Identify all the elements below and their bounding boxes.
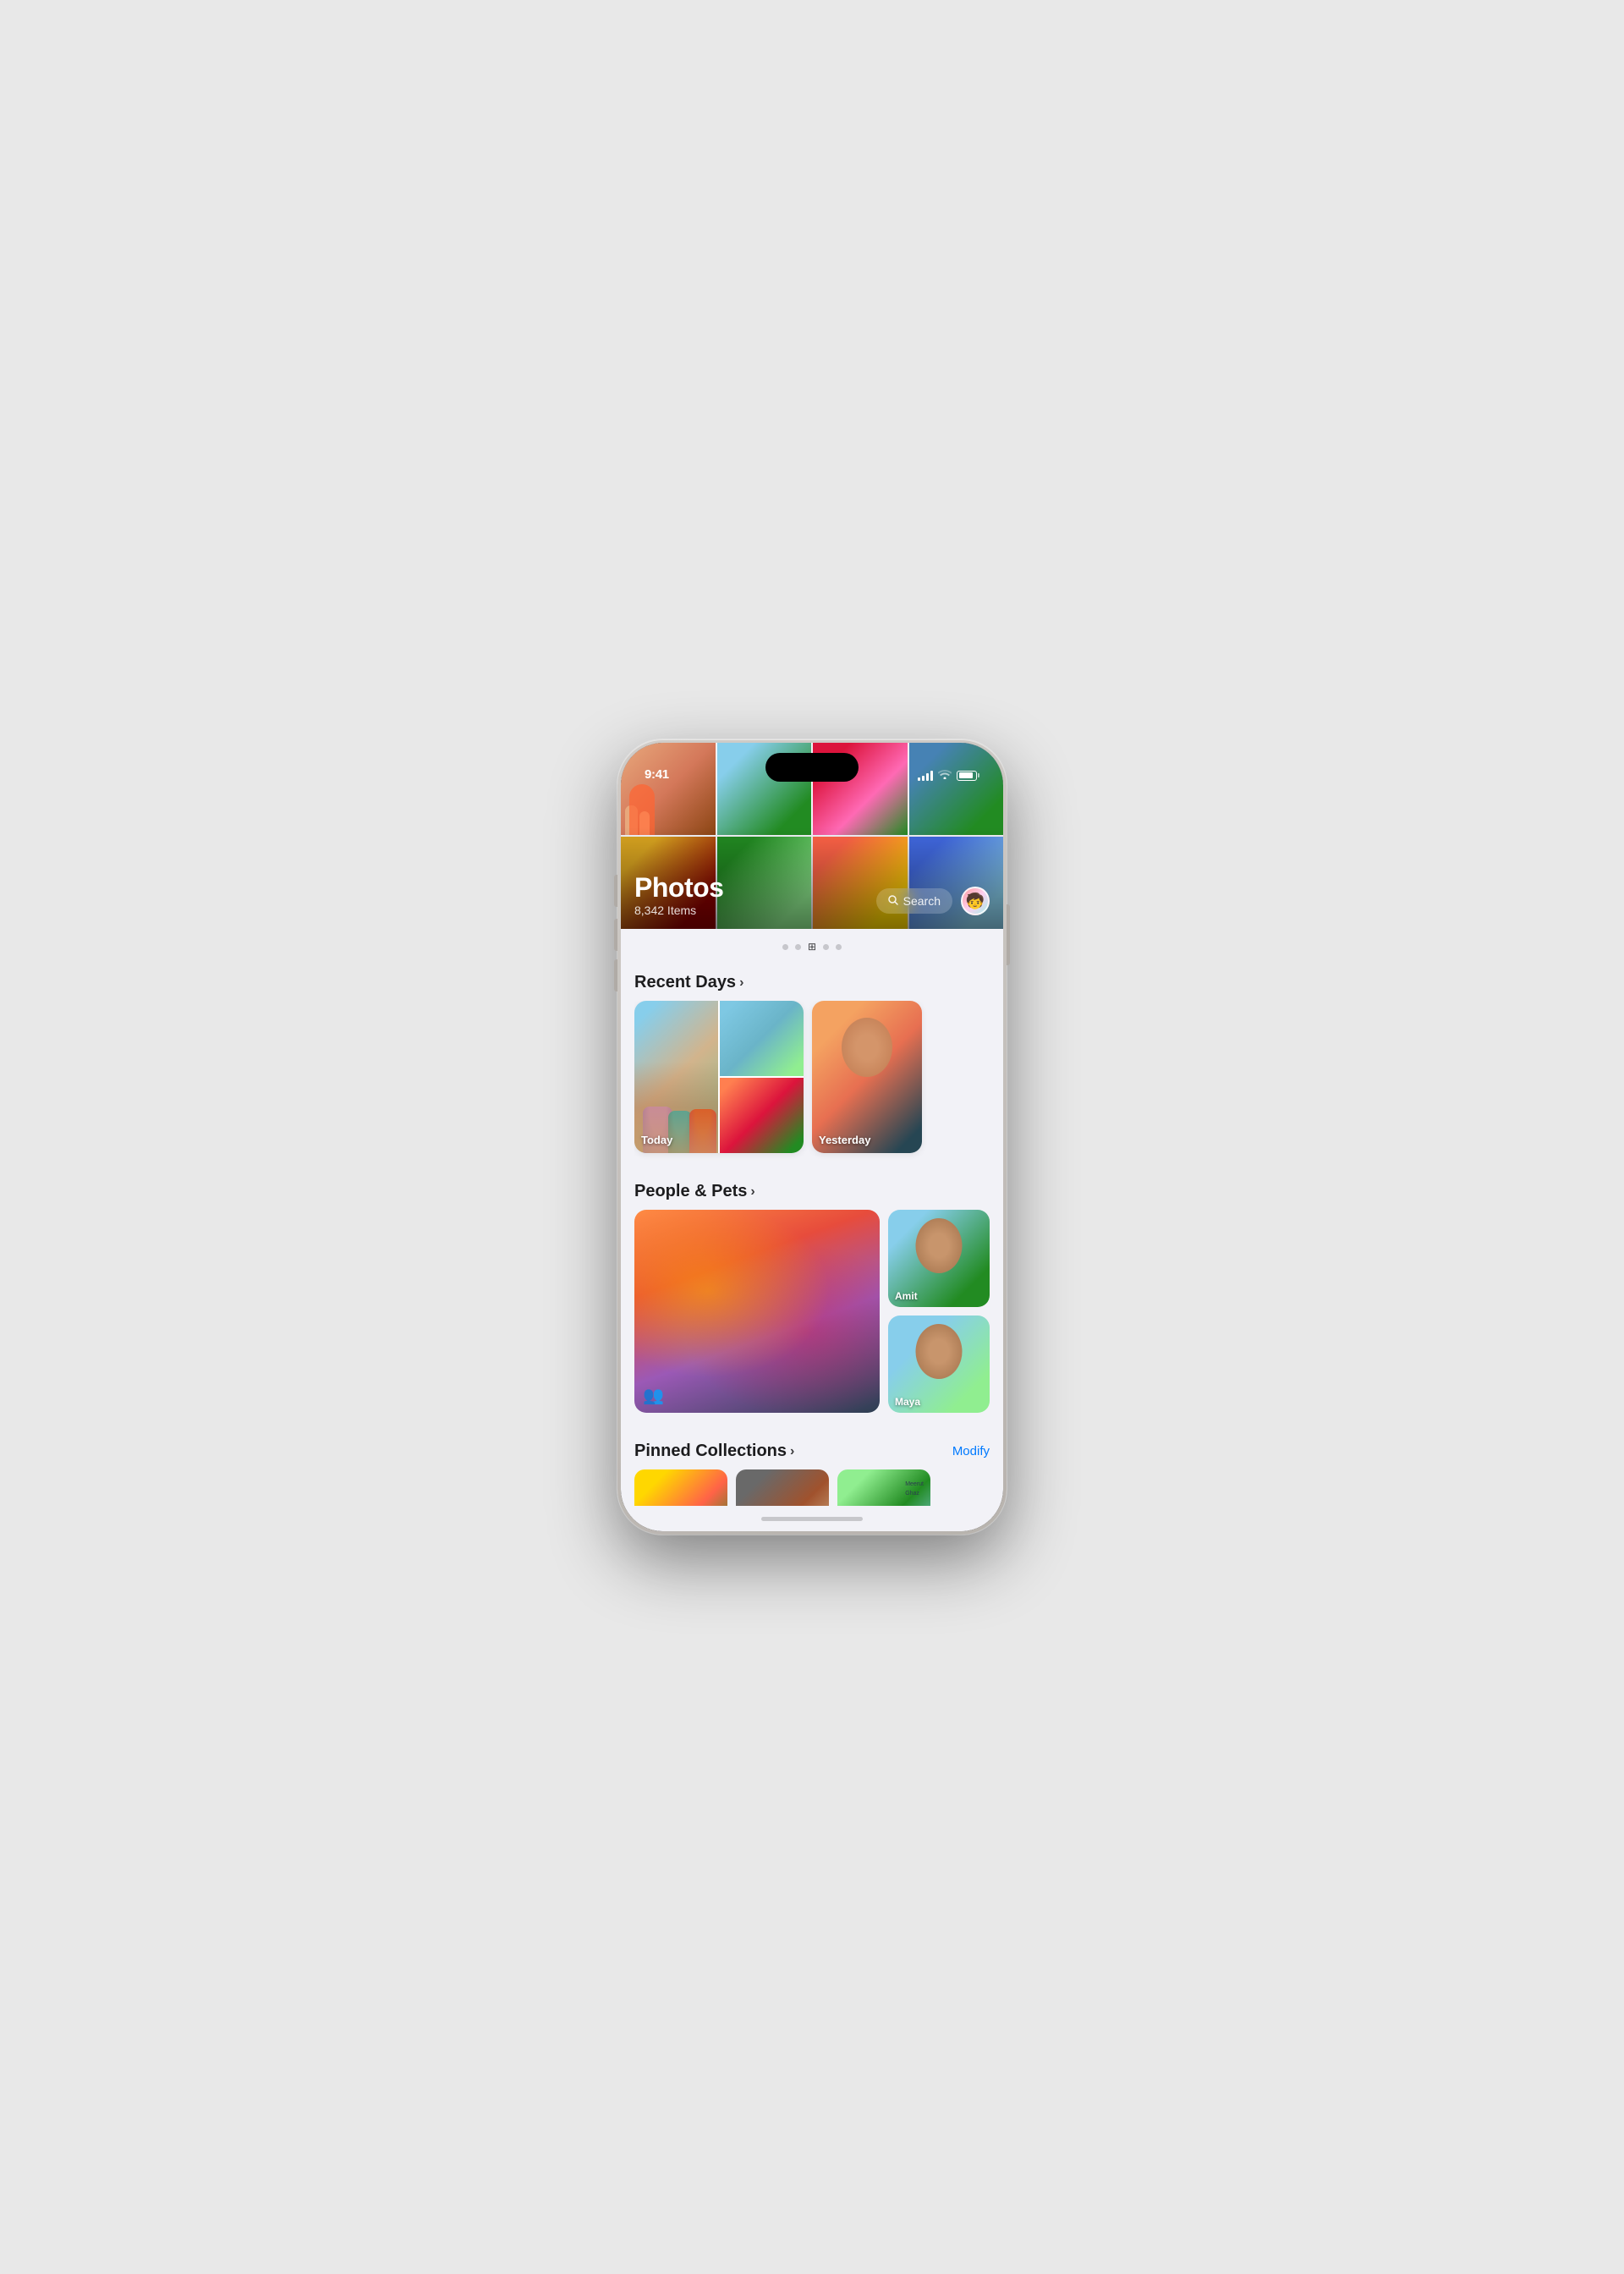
battery-icon (957, 771, 979, 781)
pinned-collections-title: Pinned Collections (634, 1442, 787, 1461)
search-label: Search (903, 894, 941, 908)
page-dot-5[interactable] (836, 944, 842, 950)
home-bar (761, 1517, 863, 1521)
photos-title-block: Photos 8,342 Items (634, 873, 723, 917)
page-dot-2[interactable] (795, 944, 801, 950)
signal-icon (918, 771, 933, 781)
phone-frame: 9:41 (617, 739, 1007, 1535)
recent-days-header: Recent Days › (634, 961, 990, 1001)
screen: 9:41 (621, 743, 1003, 1531)
people-side: Amit Maya (888, 1210, 990, 1413)
today-sub-photo-1 (720, 1001, 804, 1076)
today-card[interactable]: Today (634, 1001, 804, 1153)
map-labels: Meerut Ghaz (905, 1480, 924, 1498)
people-pets-title-group[interactable]: People & Pets › (634, 1182, 755, 1201)
phone-inner: 9:41 (621, 743, 1003, 1531)
dynamic-island (765, 753, 859, 782)
pinned-collections-chevron: › (790, 1444, 794, 1459)
pinned-card-map[interactable]: Meerut Ghaz (837, 1469, 930, 1506)
page-title: Photos (634, 873, 723, 903)
amit-face (916, 1218, 963, 1273)
pinned-cards: Meerut Ghaz (634, 1469, 990, 1506)
header-right: Search 🧒 (876, 887, 990, 915)
maya-face (916, 1324, 963, 1379)
recent-days-title-group[interactable]: Recent Days › (634, 973, 743, 992)
maya-name: Maya (895, 1396, 920, 1408)
person-card-amit[interactable]: Amit (888, 1210, 990, 1307)
search-button[interactable]: Search (876, 888, 952, 914)
home-indicator (621, 1506, 1003, 1531)
pinned-card-shells[interactable] (736, 1469, 829, 1506)
amit-name: Amit (895, 1290, 918, 1302)
wifi-icon (938, 769, 952, 782)
today-main-photo (634, 1001, 718, 1153)
page-dot-4[interactable] (823, 944, 829, 950)
header-content: Photos 8,342 Items Search (621, 873, 1003, 929)
pinned-collections-header: Pinned Collections › Modify (634, 1430, 990, 1469)
people-pets-chevron: › (750, 1184, 754, 1200)
page-indicators: ⊞ (621, 929, 1003, 961)
yesterday-label: Yesterday (819, 1134, 870, 1146)
search-icon (888, 895, 898, 908)
recent-days-cards: Today Yesterday (634, 1001, 990, 1170)
people-pets-header: People & Pets › (634, 1170, 990, 1210)
pinned-collections-title-group[interactable]: Pinned Collections › (634, 1442, 794, 1461)
recent-days-chevron: › (739, 975, 743, 991)
avatar[interactable]: 🧒 (961, 887, 990, 915)
person-card-maya[interactable]: Maya (888, 1316, 990, 1413)
yesterday-card[interactable]: Yesterday (812, 1001, 922, 1153)
page-dot-1[interactable] (782, 944, 788, 950)
people-pets-section: People & Pets › 👥 (621, 1170, 1003, 1430)
people-pets-title: People & Pets (634, 1182, 747, 1201)
people-grid: 👥 Amit Maya (634, 1210, 990, 1430)
pinned-collections-section: Pinned Collections › Modify Meerut Ghaz (621, 1430, 1003, 1506)
recent-days-title: Recent Days (634, 973, 736, 992)
photos-count: 8,342 Items (634, 904, 723, 917)
modify-button[interactable]: Modify (952, 1444, 990, 1458)
group-icon: 👥 (643, 1387, 664, 1405)
page-dot-grid[interactable]: ⊞ (808, 941, 816, 953)
today-label: Today (641, 1134, 672, 1146)
yesterday-photo (812, 1001, 922, 1153)
status-icons (918, 769, 979, 782)
pinned-card-flowers[interactable] (634, 1469, 727, 1506)
recent-days-section: Recent Days › (621, 961, 1003, 1170)
today-sub-photo-2 (720, 1078, 804, 1153)
scroll-content[interactable]: ⊞ Recent Days › (621, 929, 1003, 1506)
status-time: 9:41 (645, 767, 669, 782)
people-group-photo[interactable]: 👥 (634, 1210, 880, 1413)
